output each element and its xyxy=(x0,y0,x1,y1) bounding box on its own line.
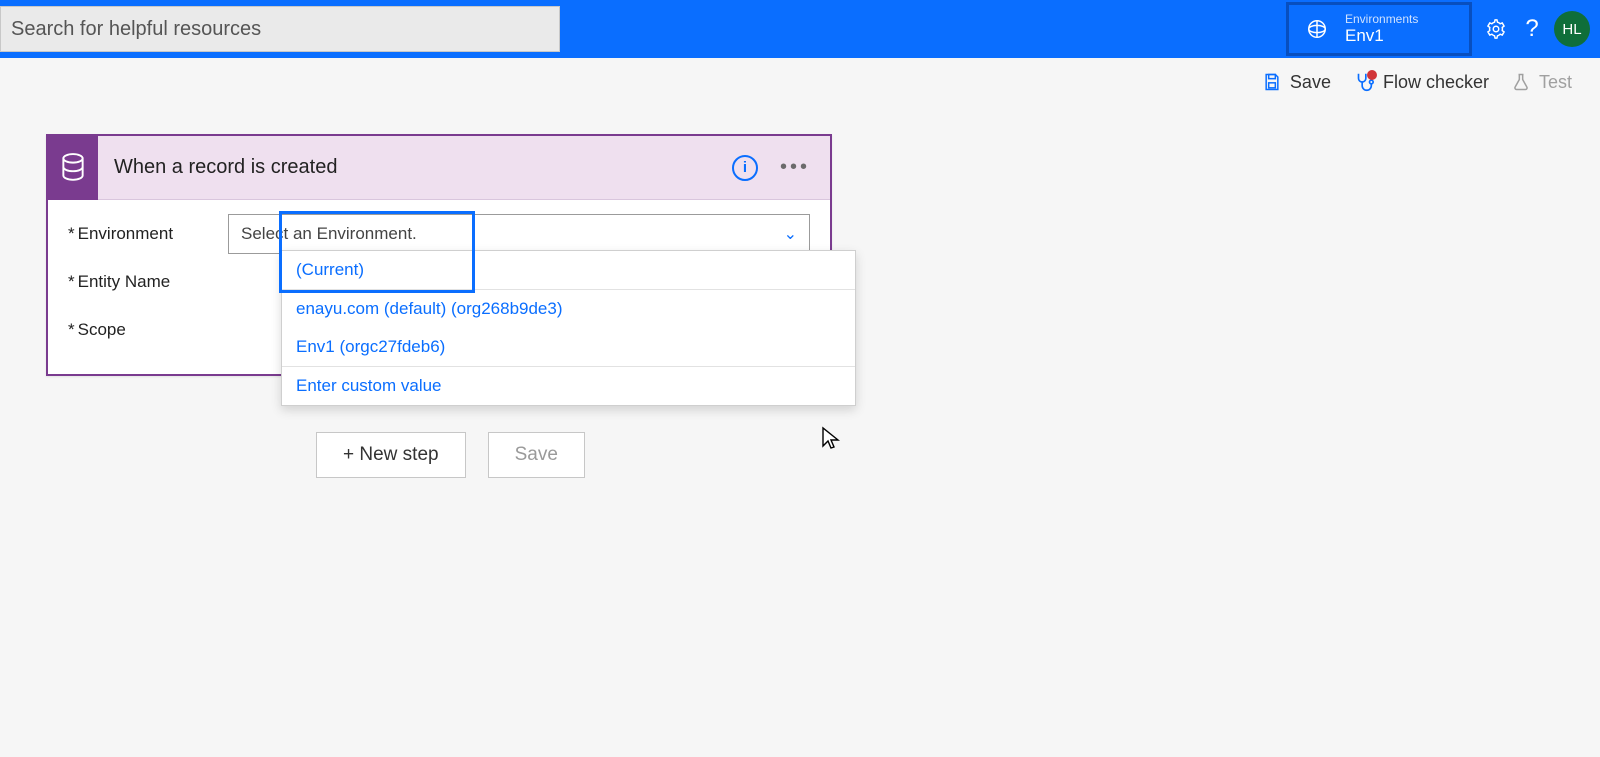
help-icon[interactable]: ? xyxy=(1514,15,1550,43)
flow-checker-label: Flow checker xyxy=(1383,72,1489,93)
beaker-icon xyxy=(1511,72,1531,92)
avatar[interactable]: HL xyxy=(1554,11,1590,47)
search-input[interactable] xyxy=(11,18,549,41)
info-icon[interactable]: i xyxy=(732,155,758,181)
environment-select-placeholder: Select an Environment. xyxy=(241,224,417,244)
dropdown-option-current[interactable]: (Current) xyxy=(282,251,855,289)
top-bar: Environments Env1 ? HL xyxy=(0,0,1600,58)
more-icon[interactable]: ••• xyxy=(780,156,810,179)
new-step-label: + New step xyxy=(343,444,439,466)
environment-text: Environments Env1 xyxy=(1345,12,1418,46)
save-command[interactable]: Save xyxy=(1262,72,1331,93)
command-bar: Save Flow checker Test xyxy=(0,58,1600,106)
trigger-card: When a record is created i ••• *Environm… xyxy=(46,134,832,376)
environment-icon xyxy=(1299,18,1335,40)
scope-field-label: *Scope xyxy=(68,320,228,340)
environment-label: Environments xyxy=(1345,12,1418,26)
search-box[interactable] xyxy=(0,6,560,52)
environment-field-label: *Environment xyxy=(68,224,228,244)
trigger-title: When a record is created xyxy=(98,156,732,179)
trigger-header-icons: i ••• xyxy=(732,155,830,181)
connector-icon xyxy=(48,136,98,200)
dropdown-option-custom[interactable]: Enter custom value xyxy=(282,367,855,405)
settings-icon[interactable] xyxy=(1478,18,1514,40)
test-command[interactable]: Test xyxy=(1511,72,1572,93)
environment-dropdown: (Current) enayu.com (default) (org268b9d… xyxy=(281,250,856,406)
dropdown-option-default[interactable]: enayu.com (default) (org268b9de3) xyxy=(282,290,855,328)
environment-name: Env1 xyxy=(1345,26,1418,46)
alert-dot-icon xyxy=(1367,70,1377,80)
save-button-label: Save xyxy=(515,444,558,466)
avatar-initials: HL xyxy=(1562,21,1581,38)
dropdown-option-env1[interactable]: Env1 (orgc27fdeb6) xyxy=(282,328,855,366)
save-label: Save xyxy=(1290,72,1331,93)
trigger-header[interactable]: When a record is created i ••• xyxy=(48,136,830,200)
save-icon xyxy=(1262,72,1282,92)
environment-select[interactable]: Select an Environment. ⌄ xyxy=(228,214,810,254)
new-step-button[interactable]: + New step xyxy=(316,432,466,478)
bottom-buttons: + New step Save xyxy=(316,432,1600,478)
trigger-body: *Environment Select an Environment. ⌄ *E… xyxy=(48,200,830,374)
flow-canvas: When a record is created i ••• *Environm… xyxy=(0,106,1600,478)
entity-field-label: *Entity Name xyxy=(68,272,228,292)
environment-picker[interactable]: Environments Env1 xyxy=(1286,2,1472,56)
test-label: Test xyxy=(1539,72,1572,93)
chevron-down-icon: ⌄ xyxy=(784,224,797,244)
save-button[interactable]: Save xyxy=(488,432,585,478)
flow-checker-command[interactable]: Flow checker xyxy=(1353,71,1489,93)
